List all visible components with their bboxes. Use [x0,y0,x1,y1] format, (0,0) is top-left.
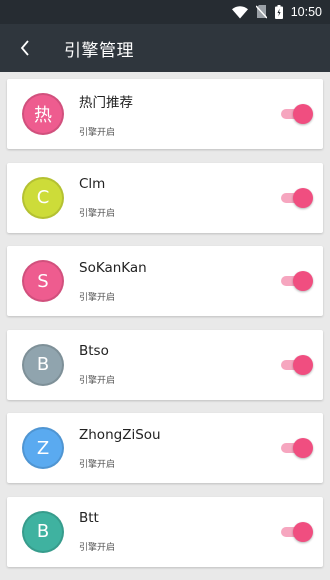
engine-avatar: C [22,176,64,219]
engine-avatar: 热 [22,93,64,135]
chevron-left-icon [20,40,29,56]
engine-card[interactable]: B Btso 引擎开启 [7,329,323,400]
engine-avatar: B [22,343,64,386]
page-title: 引擎管理 [64,40,134,61]
engine-status: 引擎开启 [79,127,116,138]
engine-toggle[interactable] [279,104,313,124]
wifi-icon [231,5,248,19]
engine-toggle[interactable] [279,438,313,458]
engine-status: 引擎开启 [79,209,116,219]
engine-avatar: B [22,510,64,553]
engine-avatar: Z [22,427,64,469]
toolbar: 引擎管理 [0,24,330,72]
engine-card[interactable]: B Btt 引擎开启 [7,496,323,567]
engine-status: 引擎开启 [79,543,116,553]
battery-icon [274,5,283,19]
back-button[interactable] [0,24,50,72]
engine-toggle[interactable] [279,187,313,208]
engine-card[interactable]: S SoKanKan 引擎开启 [7,246,323,316]
engine-card[interactable]: C Clm 引擎开启 [7,162,323,233]
engine-card[interactable]: Z ZhongZiSou 引擎开启 [7,413,323,483]
engine-toggle[interactable] [279,271,313,291]
engine-status: 引擎开启 [79,292,116,303]
status-bar: 10:50 [0,0,330,24]
engine-status: 引擎开启 [79,376,116,386]
engine-toggle[interactable] [279,354,313,375]
no-sim-icon [255,5,267,19]
engine-status: 引擎开启 [79,459,116,470]
engine-avatar: S [22,260,64,302]
engine-card[interactable]: 热 热门推荐 引擎开启 [7,79,323,149]
engine-list: 热 热门推荐 引擎开启 C Clm 引擎开启 S SoKanKan 引擎开启 B… [0,72,330,567]
clock: 10:50 [290,5,322,19]
engine-toggle[interactable] [279,521,313,542]
